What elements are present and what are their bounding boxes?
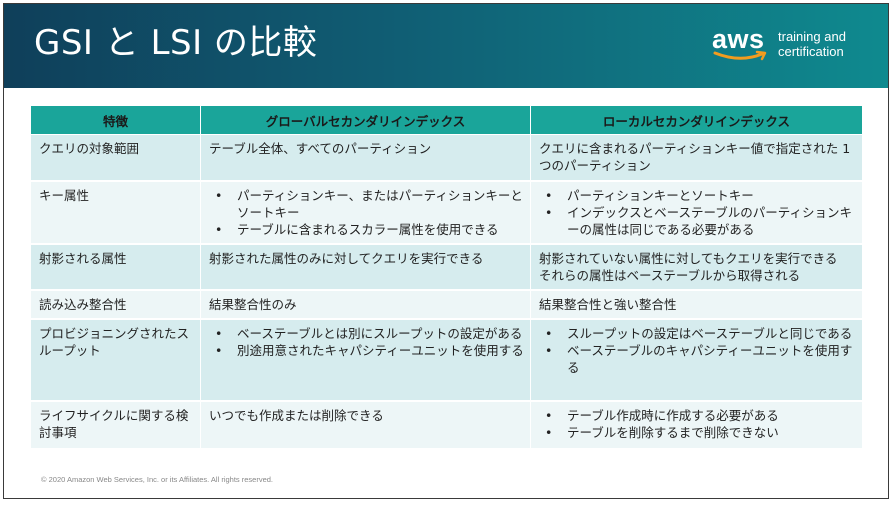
table-row: 読み込み整合性 結果整合性のみ 結果整合性と強い整合性 [31, 291, 863, 320]
feature-cell: 射影される属性 [31, 245, 201, 291]
lsi-cell: パーティションキーとソートキー インデックスとベーステーブルのパーティションキー… [531, 182, 863, 245]
feature-cell: 読み込み整合性 [31, 291, 201, 320]
list-item: ベーステーブルとは別にスループットの設定がある [215, 325, 524, 342]
aws-smile-icon [713, 50, 767, 61]
feature-cell: キー属性 [31, 182, 201, 245]
list-item: 別途用意されたキャパシティーユニットを使用する [215, 342, 524, 359]
bullet-list: ベーステーブルとは別にスループットの設定がある 別途用意されたキャパシティーユニ… [209, 325, 524, 359]
feature-cell: クエリの対象範囲 [31, 135, 201, 182]
title-bar: GSI と LSI の比較 aws training and certifica… [4, 4, 888, 88]
list-item: パーティションキー、またはパーティションキーとソートキー [215, 187, 524, 221]
list-item: ベーステーブルのキャパシティーユニットを使用する [545, 342, 856, 376]
list-item: テーブルを削除するまで削除できない [545, 424, 856, 441]
list-item: テーブルに含まれるスカラー属性を使用できる [215, 221, 524, 238]
bullet-list: テーブル作成時に作成する必要がある テーブルを削除するまで削除できない [539, 407, 856, 441]
lsi-cell: 射影されていない属性に対してもクエリを実行できる それらの属性はベーステーブルか… [531, 245, 863, 291]
feature-cell: プロビジョニングされたスループット [31, 320, 201, 402]
copyright-footer: © 2020 Amazon Web Services, Inc. or its … [41, 475, 274, 484]
gsi-cell: 射影された属性のみに対してクエリを実行できる [201, 245, 531, 291]
logo-training-text: training and [778, 29, 846, 44]
lsi-cell: スループットの設定はベーステーブルと同じである ベーステーブルのキャパシティーユ… [531, 320, 863, 402]
gsi-cell: テーブル全体、すべてのパーティション [201, 135, 531, 182]
list-item: テーブル作成時に作成する必要がある [545, 407, 856, 424]
slide: GSI と LSI の比較 aws training and certifica… [3, 3, 889, 499]
bullet-list: パーティションキーとソートキー インデックスとベーステーブルのパーティションキー… [539, 187, 856, 238]
slide-title: GSI と LSI の比較 [34, 23, 318, 63]
cell-line: 射影されていない属性に対してもクエリを実行できる [539, 251, 838, 266]
header-feature: 特徴 [31, 106, 201, 135]
header-lsi: ローカルセカンダリインデックス [531, 106, 863, 135]
lsi-cell: クエリに含まれるパーティションキー値で指定された 1 つのパーティション [531, 135, 863, 182]
list-item: インデックスとベーステーブルのパーティションキーの属性は同じである必要がある [545, 204, 856, 238]
gsi-cell: 結果整合性のみ [201, 291, 531, 320]
bullet-list: スループットの設定はベーステーブルと同じである ベーステーブルのキャパシティーユ… [539, 325, 856, 376]
header-gsi: グローバルセカンダリインデックス [201, 106, 531, 135]
comparison-table: 特徴 グローバルセカンダリインデックス ローカルセカンダリインデックス クエリの… [31, 106, 863, 450]
list-item: スループットの設定はベーステーブルと同じである [545, 325, 856, 342]
bullet-list: パーティションキー、またはパーティションキーとソートキー テーブルに含まれるスカ… [209, 187, 524, 238]
logo-certification-text: certification [778, 44, 844, 59]
gsi-cell: いつでも作成または削除できる [201, 402, 531, 450]
table-row: ライフサイクルに関する検討事項 いつでも作成または削除できる テーブル作成時に作… [31, 402, 863, 450]
table-row: プロビジョニングされたスループット ベーステーブルとは別にスループットの設定があ… [31, 320, 863, 402]
list-item: パーティションキーとソートキー [545, 187, 856, 204]
table-header-row: 特徴 グローバルセカンダリインデックス ローカルセカンダリインデックス [31, 106, 863, 135]
table-row: キー属性 パーティションキー、またはパーティションキーとソートキー テーブルに含… [31, 182, 863, 245]
lsi-cell: 結果整合性と強い整合性 [531, 291, 863, 320]
table-row: 射影される属性 射影された属性のみに対してクエリを実行できる 射影されていない属… [31, 245, 863, 291]
cell-line: それらの属性はベーステーブルから取得される [539, 268, 801, 283]
lsi-cell: テーブル作成時に作成する必要がある テーブルを削除するまで削除できない [531, 402, 863, 450]
aws-logo: aws training and certification [712, 24, 862, 70]
gsi-cell: パーティションキー、またはパーティションキーとソートキー テーブルに含まれるスカ… [201, 182, 531, 245]
gsi-cell: ベーステーブルとは別にスループットの設定がある 別途用意されたキャパシティーユニ… [201, 320, 531, 402]
feature-cell: ライフサイクルに関する検討事項 [31, 402, 201, 450]
table-row: クエリの対象範囲 テーブル全体、すべてのパーティション クエリに含まれるパーティ… [31, 135, 863, 182]
